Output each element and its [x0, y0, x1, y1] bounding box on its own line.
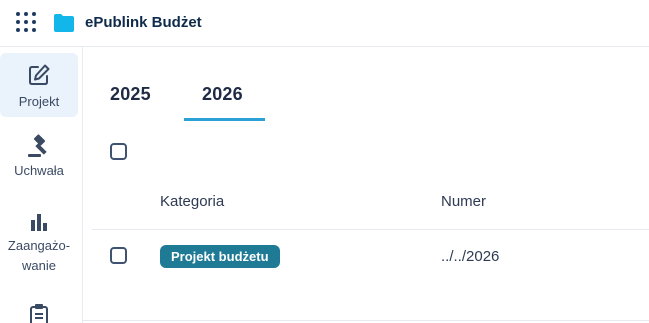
bar-chart-icon: [31, 214, 47, 231]
sidebar-item-label: Projekt: [18, 94, 60, 109]
sidebar: Projekt Uchwała Zaangażo- wanie: [0, 47, 83, 323]
column-header-numer[interactable]: Numer: [441, 193, 486, 210]
apps-grid-icon[interactable]: [16, 12, 38, 34]
active-tab-indicator: [184, 118, 265, 121]
row-checkbox[interactable]: [110, 247, 127, 264]
gavel-icon: [28, 134, 47, 157]
app-header: ePublink Budżet: [0, 0, 649, 47]
sidebar-item-next[interactable]: [0, 303, 78, 323]
divider: [83, 320, 649, 321]
sidebar-item-label-line2: wanie: [22, 258, 56, 273]
column-header-kategoria[interactable]: Kategoria: [160, 193, 224, 210]
row-divider: [92, 229, 649, 230]
edit-icon: [29, 64, 50, 85]
sidebar-item-uchwala[interactable]: Uchwała: [0, 133, 78, 183]
clipboard-icon: [30, 304, 48, 323]
app-title: ePublink Budżet: [85, 14, 202, 31]
row-number: ../../2026: [441, 248, 500, 265]
sidebar-item-label-line1: Zaangażo-: [7, 238, 71, 253]
tab-2025[interactable]: 2025: [110, 84, 151, 105]
sidebar-item-zaangazowanie[interactable]: Zaangażo- wanie: [0, 211, 78, 281]
sidebar-item-projekt[interactable]: Projekt: [0, 53, 78, 117]
folder-logo-icon: [54, 14, 74, 32]
sidebar-item-label: Uchwała: [14, 163, 64, 178]
select-all-checkbox[interactable]: [110, 143, 127, 160]
tab-2026[interactable]: 2026: [202, 84, 243, 105]
category-badge: Projekt budżetu: [160, 245, 280, 268]
